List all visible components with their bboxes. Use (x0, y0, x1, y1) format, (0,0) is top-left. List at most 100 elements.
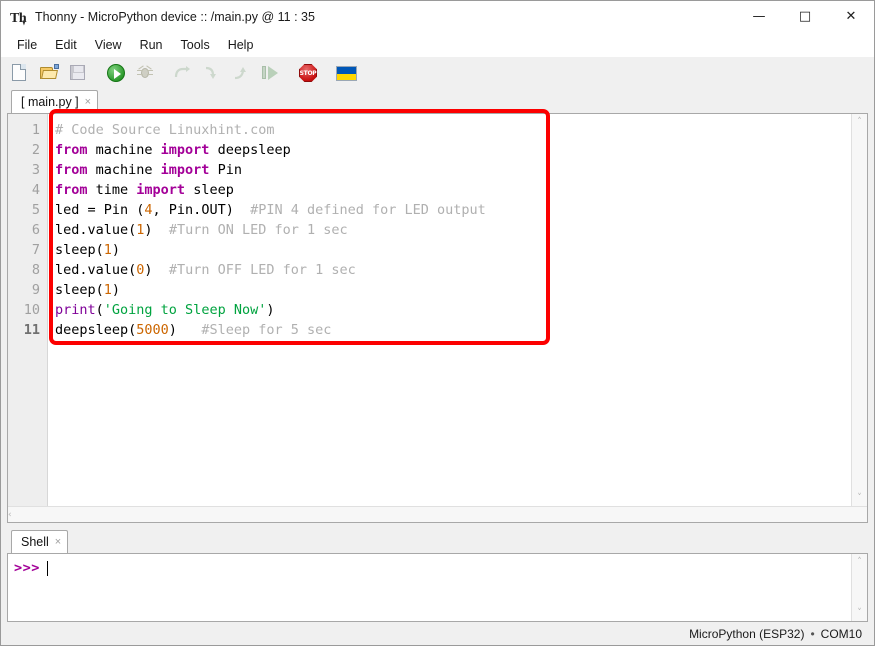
code-line[interactable]: from time import sleep (55, 180, 867, 200)
scroll-down-icon[interactable]: ˅ (852, 490, 867, 506)
line-number: 7 (31, 242, 40, 258)
line-number: 8 (31, 262, 40, 278)
code-token: #Sleep for 5 sec (201, 322, 332, 338)
line-number: 6 (31, 222, 40, 238)
editor-vertical-scrollbar[interactable]: ˄ ˅ (851, 114, 867, 506)
shell-scroll-up-icon[interactable]: ˄ (852, 554, 867, 570)
code-line[interactable]: # Code Source Linuxhint.com (55, 120, 867, 140)
shell-tab[interactable]: Shell × (11, 530, 69, 553)
thonny-logo-icon: Th (10, 10, 28, 26)
close-button[interactable]: ✕ (828, 1, 874, 32)
step-over-icon[interactable] (172, 62, 194, 84)
code-token: Pin (209, 162, 242, 178)
menu-item-edit[interactable]: Edit (46, 35, 86, 55)
code-token: #Turn ON LED for 1 sec (168, 222, 348, 238)
toolbar: STOP (1, 57, 874, 89)
code-token: 1 (103, 282, 112, 298)
window-controls: — □ ✕ (736, 1, 874, 32)
code-text-area[interactable]: # Code Source Linuxhint.com from machine … (48, 114, 867, 506)
code-token: import (136, 182, 186, 198)
shell-output[interactable]: >>> (8, 554, 867, 621)
status-interpreter[interactable]: MicroPython (ESP32) (689, 627, 804, 641)
editor-tabstrip: [ main.py ] × (7, 89, 868, 113)
code-token: ) (168, 322, 202, 338)
code-token: 5000 (136, 322, 169, 338)
shell-vertical-scrollbar[interactable]: ˄ ˅ (851, 554, 867, 621)
code-token: ) (144, 222, 169, 238)
shell-tab-label: Shell (21, 535, 49, 549)
menu-item-run[interactable]: Run (131, 35, 172, 55)
thonny-window: Th Thonny - MicroPython device :: /main.… (0, 0, 875, 646)
code-line[interactable]: print('Going to Sleep Now') (55, 300, 867, 320)
status-bar: MicroPython (ESP32) • COM10 (1, 622, 874, 645)
code-token: led.value( (55, 262, 137, 278)
minimize-button[interactable]: — (736, 1, 782, 32)
line-number: 5 (31, 202, 40, 218)
editor-tab-close-icon[interactable]: × (85, 96, 91, 108)
step-into-icon[interactable] (201, 62, 223, 84)
code-token: time (87, 182, 137, 198)
code-token: machine (87, 162, 161, 178)
code-token: deepsleep (209, 142, 291, 158)
new-file-icon[interactable] (9, 62, 31, 84)
maximize-button[interactable]: □ (782, 1, 828, 32)
code-token: deepsleep( (55, 322, 137, 338)
status-port[interactable]: COM10 (821, 627, 862, 641)
code-line[interactable]: from machine import deepsleep (55, 140, 867, 160)
run-icon[interactable] (105, 62, 127, 84)
code-line[interactable]: sleep(1) (55, 240, 867, 260)
editor-tab-mainpy[interactable]: [ main.py ] × (11, 90, 99, 113)
code-line[interactable]: led.value(1) #Turn ON LED for 1 sec (55, 220, 867, 240)
code-line[interactable]: from machine import Pin (55, 160, 867, 180)
shell-tab-close-icon[interactable]: × (55, 536, 61, 548)
code-line[interactable]: led = Pin (4, Pin.OUT) #PIN 4 defined fo… (55, 200, 867, 220)
menu-item-help[interactable]: Help (219, 35, 263, 55)
scroll-left-icon[interactable]: ‹ (8, 507, 12, 523)
code-token: print (55, 302, 96, 318)
menu-item-view[interactable]: View (86, 35, 131, 55)
code-token: #Turn OFF LED for 1 sec (168, 262, 356, 278)
code-token: machine (87, 142, 161, 158)
shell-text-cursor (46, 561, 48, 576)
open-file-icon[interactable] (38, 62, 60, 84)
line-number: 9 (31, 282, 40, 298)
shell-panel[interactable]: >>> ˄ ˅ (7, 553, 868, 622)
code-token: #PIN 4 defined for LED output (250, 202, 486, 218)
editor-panel: 1 2 3 4 5 6 7 8 9 10 11 # Code Source Linuxhint.co… (7, 113, 868, 523)
code-token: 4 (144, 202, 153, 218)
scroll-up-icon[interactable]: ˄ (852, 114, 867, 130)
code-token: led = Pin ( (55, 202, 145, 218)
code-line[interactable]: sleep(1) (55, 280, 867, 300)
window-title: Thonny - MicroPython device :: /main.py … (35, 9, 315, 24)
shell-prompt: >>> (14, 560, 40, 576)
menu-item-tools[interactable]: Tools (172, 35, 219, 55)
title-bar: Th Thonny - MicroPython device :: /main.… (1, 1, 874, 32)
ukraine-flag-icon[interactable] (335, 62, 357, 84)
line-number: 3 (31, 162, 40, 178)
code-token: , Pin.OUT) (152, 202, 251, 218)
code-token: ) (111, 282, 121, 298)
stop-icon[interactable]: STOP (297, 62, 319, 84)
resume-icon[interactable] (259, 62, 281, 84)
step-out-icon[interactable] (230, 62, 252, 84)
code-token: ) (266, 302, 275, 318)
code-line[interactable]: deepsleep(5000) #Sleep for 5 sec (55, 320, 867, 340)
shell-scroll-down-icon[interactable]: ˅ (852, 605, 867, 621)
menu-item-file[interactable]: File (8, 35, 46, 55)
stop-label: STOP (299, 69, 317, 77)
code-token: ( (95, 302, 104, 318)
code-token: sleep( (55, 282, 104, 298)
code-token: from (55, 162, 88, 178)
code-token: from (55, 142, 88, 158)
code-line[interactable]: led.value(0) #Turn OFF LED for 1 sec (55, 260, 867, 280)
editor-horizontal-scrollbar[interactable]: ‹ (8, 506, 867, 522)
shell-tabstrip: Shell × (7, 529, 868, 553)
code-token: 1 (103, 242, 112, 258)
status-separator: • (810, 626, 815, 641)
editor-area: [ main.py ] × 1 2 3 4 5 6 7 8 9 10 11 # Code Sourc… (1, 89, 874, 523)
code-token: from (55, 182, 88, 198)
code-token: ) (111, 242, 121, 258)
save-file-icon[interactable] (67, 62, 89, 84)
debug-icon[interactable] (134, 62, 156, 84)
code-token: ) (144, 262, 169, 278)
